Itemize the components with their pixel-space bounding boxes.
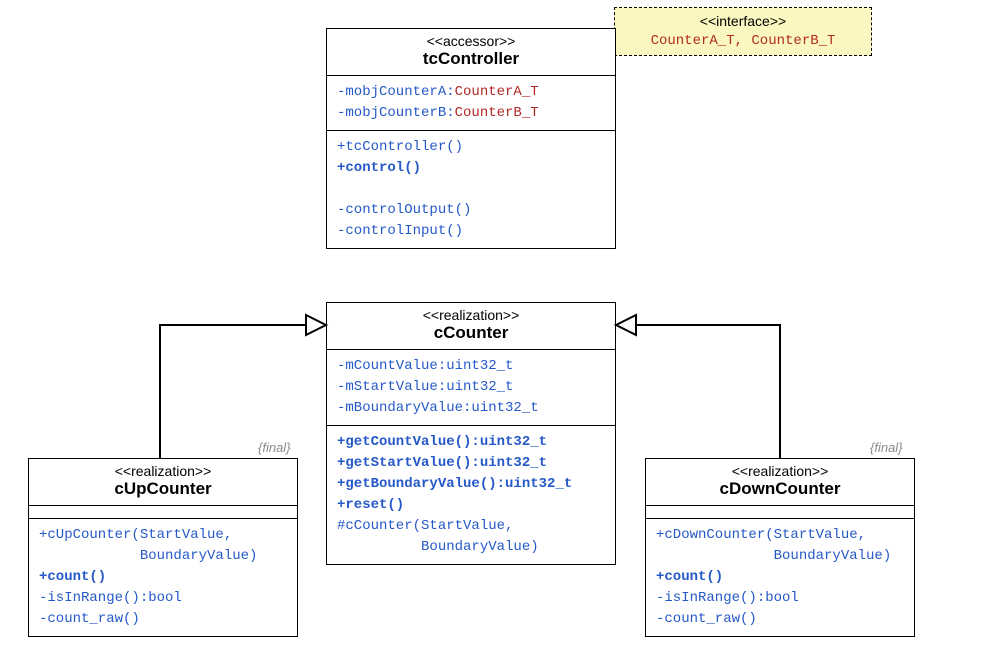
tccontroller-attr-a: -mobjCounterA:CounterA_T (337, 82, 605, 103)
cdowncounter-op-ctor2: BoundaryValue) (656, 546, 904, 567)
note-interface: <<interface>> CounterA_T, CounterB_T (614, 7, 872, 56)
class-ccounter: <<realization>> cCounter -mCountValue:ui… (326, 302, 616, 565)
ccounter-name: cCounter (333, 323, 609, 343)
tccontroller-stereotype: <<accessor>> (333, 33, 609, 49)
cdowncounter-op-raw: -count_raw() (656, 609, 904, 630)
note-sep: , (735, 33, 752, 49)
tccontroller-attr-b: -mobjCounterB:CounterB_T (337, 103, 605, 124)
cupcounter-final: {final} (258, 440, 291, 455)
ccounter-op-gbv: +getBoundaryValue():uint32_t (337, 474, 605, 495)
cdowncounter-op-ctor1: +cDownCounter(StartValue, (656, 525, 904, 546)
ccounter-attr-cv: -mCountValue:uint32_t (337, 356, 605, 377)
cupcounter-name: cUpCounter (35, 479, 291, 499)
tccontroller-op-in: -controlInput() (337, 221, 605, 242)
cupcounter-op-range: -isInRange():bool (39, 588, 287, 609)
ccounter-op-gsv: +getStartValue():uint32_t (337, 453, 605, 474)
cupcounter-op-ctor2: BoundaryValue) (39, 546, 287, 567)
tccontroller-op-ctor: +tcController() (337, 137, 605, 158)
ccounter-op-ctor2: BoundaryValue) (337, 537, 605, 558)
cupcounter-stereotype: <<realization>> (35, 463, 291, 479)
note-interfaces: CounterA_T, CounterB_T (625, 32, 861, 52)
cdowncounter-name: cDownCounter (652, 479, 908, 499)
cdowncounter-stereotype: <<realization>> (652, 463, 908, 479)
class-tccontroller: <<accessor>> tcController -mobjCounterA:… (326, 28, 616, 249)
ccounter-attr-sv: -mStartValue:uint32_t (337, 377, 605, 398)
note-stereotype: <<interface>> (625, 12, 861, 32)
tccontroller-op-out: -controlOutput() (337, 200, 605, 221)
ccounter-op-reset: +reset() (337, 495, 605, 516)
ccounter-op-ctor1: #cCounter(StartValue, (337, 516, 605, 537)
cupcounter-op-raw: -count_raw() (39, 609, 287, 630)
tccontroller-name: tcController (333, 49, 609, 69)
cdowncounter-op-count: +count() (656, 567, 904, 588)
ccounter-op-gcv: +getCountValue():uint32_t (337, 432, 605, 453)
ccounter-stereotype: <<realization>> (333, 307, 609, 323)
note-iface-a: CounterA_T (651, 33, 735, 49)
cdowncounter-op-range: -isInRange():bool (656, 588, 904, 609)
class-cdowncounter: <<realization>> cDownCounter +cDownCount… (645, 458, 915, 637)
ccounter-attr-bv: -mBoundaryValue:uint32_t (337, 398, 605, 419)
cdowncounter-final: {final} (870, 440, 903, 455)
tccontroller-op-control: +control() (337, 158, 605, 179)
cupcounter-op-ctor1: +cUpCounter(StartValue, (39, 525, 287, 546)
note-iface-b: CounterB_T (751, 33, 835, 49)
cupcounter-op-count: +count() (39, 567, 287, 588)
class-cupcounter: <<realization>> cUpCounter +cUpCounter(S… (28, 458, 298, 637)
